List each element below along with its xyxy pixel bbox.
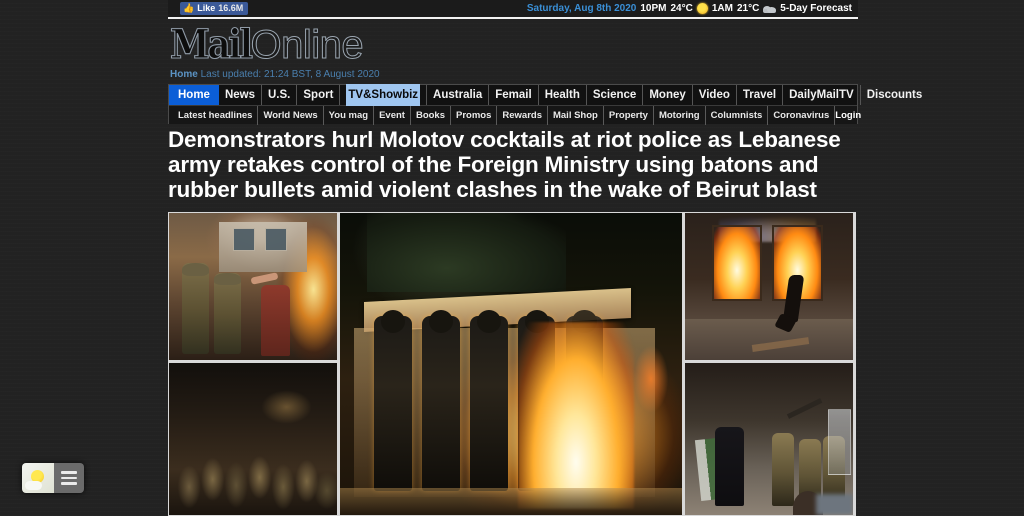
collage-center-column	[340, 213, 682, 515]
nav-item-femail[interactable]: Femail	[489, 85, 539, 105]
logo-mail-text: Mail	[169, 20, 253, 68]
subnav-item-mail-shop[interactable]: Mail Shop	[548, 105, 604, 125]
cloud-icon	[763, 4, 777, 13]
logo-online-text: Online	[250, 23, 364, 68]
photo-burning-facade[interactable]	[685, 213, 853, 361]
nav-item-health[interactable]: Health	[539, 85, 587, 105]
floating-weather-widget[interactable]	[22, 463, 84, 493]
widget-cloud-icon	[25, 481, 42, 490]
photo-flames-police-line[interactable]	[340, 213, 682, 515]
collage-right-column	[685, 213, 853, 515]
top-utility-bar: 👍 Like 16.6M Saturday, Aug 8th 2020 10PM…	[168, 0, 858, 19]
page-root: 👍 Like 16.6M Saturday, Aug 8th 2020 10PM…	[0, 0, 1024, 516]
hamburger-menu-icon[interactable]	[54, 463, 84, 493]
nav-item-video[interactable]: Video	[693, 85, 737, 105]
masthead: MailOnline	[168, 20, 858, 69]
nav-item-news[interactable]: News	[219, 85, 262, 105]
nav-item-science[interactable]: Science	[587, 85, 644, 105]
nav-item-dailymailtv[interactable]: DailyMailTV	[783, 85, 861, 105]
weather-strip: Saturday, Aug 8th 2020 10PM 24°C 1AM 21°…	[527, 3, 852, 14]
nav-item-travel[interactable]: Travel	[737, 85, 784, 105]
current-date: Saturday, Aug 8th 2020	[526, 3, 637, 14]
secondary-nav: Latest headlines World News You mag Even…	[169, 105, 861, 125]
nav-item-discounts[interactable]: Discounts	[861, 85, 929, 105]
navigation: Home News U.S. Sport TV&Showbiz Australi…	[168, 84, 922, 125]
five-day-forecast-link[interactable]: 5-Day Forecast	[780, 3, 852, 14]
subnav-item-rewards[interactable]: Rewards	[497, 105, 548, 125]
last-updated-text: Last updated: 21:24 BST, 8 August 2020	[200, 69, 380, 80]
subnav-item-you-mag[interactable]: You mag	[324, 105, 375, 125]
photo-collage	[168, 212, 856, 516]
subnav-item-books[interactable]: Books	[411, 105, 451, 125]
collage-left-column	[169, 213, 337, 515]
weather-now-temp: 24°C	[670, 3, 693, 14]
subnav-item-columnists[interactable]: Columnists	[706, 105, 769, 125]
subnav-item-event[interactable]: Event	[374, 105, 411, 125]
nav-item-us[interactable]: U.S.	[262, 85, 298, 105]
nav-item-home[interactable]: Home	[169, 85, 219, 105]
sun-icon	[696, 3, 708, 14]
facebook-like-label: Like	[197, 3, 216, 13]
subnav-item-coronavirus[interactable]: Coronavirus	[768, 105, 836, 125]
current-section-label: Home	[170, 69, 198, 80]
subnav-item-property[interactable]: Property	[604, 105, 654, 125]
weather-later-time: 1AM	[711, 3, 733, 14]
weather-now-time: 10PM	[640, 3, 667, 14]
subnav-item-world-news[interactable]: World News	[258, 105, 324, 125]
thumbs-up-icon: 👍	[183, 3, 195, 13]
primary-nav: Home News U.S. Sport TV&Showbiz Australi…	[169, 84, 922, 106]
nav-item-money[interactable]: Money	[643, 85, 693, 105]
subnav-item-motoring[interactable]: Motoring	[654, 105, 706, 125]
login-link[interactable]: Login	[835, 110, 861, 121]
subnav-item-latest-headlines[interactable]: Latest headlines	[173, 105, 259, 125]
last-updated-line: Home Last updated: 21:24 BST, 8 August 2…	[170, 69, 380, 80]
article-headline: Demonstrators hurl Molotov cocktails at …	[168, 127, 841, 202]
subnav-item-promos[interactable]: Promos	[451, 105, 498, 125]
photo-street-clash[interactable]	[685, 363, 853, 515]
sun-cloud-icon[interactable]	[22, 463, 54, 493]
photo-riot-police-line[interactable]	[169, 363, 337, 515]
facebook-like-count: 16.6M	[218, 3, 244, 13]
nav-item-sport[interactable]: Sport	[297, 85, 341, 105]
photo-soldiers-civilian[interactable]	[169, 213, 337, 361]
facebook-like-button[interactable]: 👍 Like 16.6M	[180, 2, 249, 15]
mailonline-logo[interactable]: MailOnline	[168, 20, 858, 69]
nav-item-tvshowbiz[interactable]: TV&Showbiz	[340, 84, 428, 106]
nav-item-australia[interactable]: Australia	[427, 85, 490, 105]
weather-later-temp: 21°C	[736, 3, 760, 14]
